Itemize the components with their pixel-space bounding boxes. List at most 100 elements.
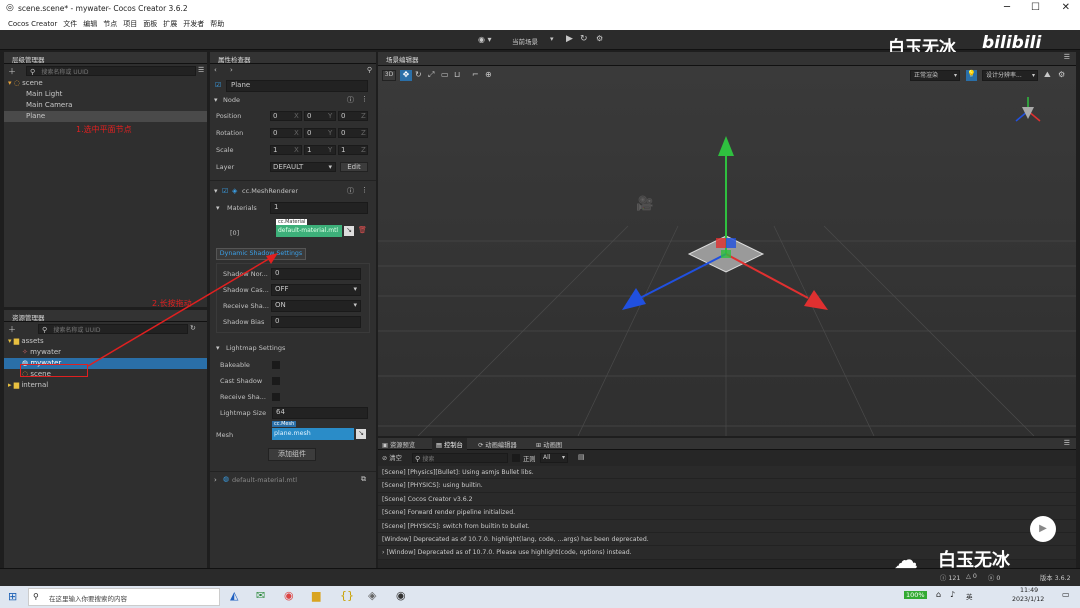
taskbar-search-input[interactable]: ⚲ 在这里输入你要搜索的内容: [28, 588, 220, 606]
material-asset-field[interactable]: default-material.mtl: [276, 225, 342, 237]
bakeable-checkbox[interactable]: [272, 361, 280, 369]
add-asset-icon[interactable]: ＋: [8, 324, 16, 335]
pin-icon[interactable]: ⚲: [367, 66, 372, 74]
forward-icon[interactable]: ›: [230, 66, 233, 74]
asset-folder-assets[interactable]: ▾ ▆ assets: [4, 336, 207, 347]
collapse-icon[interactable]: ▾: [214, 187, 218, 195]
regex-checkbox[interactable]: [512, 454, 520, 462]
menu-item-file[interactable]: 文件: [63, 20, 77, 28]
copy-icon[interactable]: ⧉: [361, 475, 366, 484]
speaker-icon[interactable]: ♪: [950, 590, 955, 599]
tab-animation-editor[interactable]: ⟳ 动画编辑器: [478, 440, 517, 449]
tab-asset-preview[interactable]: ▣ 资源预览: [382, 440, 415, 449]
trash-icon[interactable]: 🗑: [358, 226, 367, 234]
refresh-icon[interactable]: ↻: [580, 34, 588, 44]
mesh-asset-field[interactable]: plane.mesh: [272, 428, 354, 440]
help-icon[interactable]: ⓘ: [347, 95, 354, 105]
materials-count-input[interactable]: 1: [270, 202, 368, 214]
minimize-button[interactable]: ─: [1004, 2, 1010, 13]
assets-search-input[interactable]: ⚲ 搜索名称或 UUID: [38, 324, 188, 334]
collapse-logs-icon[interactable]: ▤: [578, 453, 585, 461]
gizmo-settings-icon[interactable]: ⚙: [1058, 70, 1065, 79]
maximize-button[interactable]: ☐: [1031, 2, 1040, 13]
tree-node-main-camera[interactable]: Main Camera: [4, 100, 207, 111]
app-icon[interactable]: ◈: [368, 589, 376, 602]
cocos-creator-icon[interactable]: ◉: [396, 589, 406, 602]
camera-settings-icon[interactable]: ⛰: [1044, 70, 1051, 80]
more-icon[interactable]: ⋮: [361, 186, 368, 194]
menu-item-panel[interactable]: 面板: [143, 20, 157, 28]
shadow-cast-select[interactable]: OFF ▾: [271, 284, 361, 296]
node-name-input[interactable]: Plane: [226, 80, 368, 92]
rect-tool-icon[interactable]: ▭: [441, 70, 449, 79]
toggle-3d-button[interactable]: 3D: [382, 70, 396, 81]
shadow-normal-input[interactable]: 0: [271, 268, 361, 280]
list-icon[interactable]: ☰: [198, 66, 204, 74]
shadow-bias-input[interactable]: 0: [271, 316, 361, 328]
pivot-icon[interactable]: ⌐: [472, 70, 479, 79]
ime-indicator[interactable]: 英: [966, 591, 973, 601]
expand-icon[interactable]: ›: [214, 476, 217, 484]
menu-item-project[interactable]: 项目: [123, 20, 137, 28]
receive-shadow-select[interactable]: ON ▾: [271, 300, 361, 312]
start-icon[interactable]: ⊞: [8, 590, 17, 603]
tree-node-plane[interactable]: Plane: [4, 111, 207, 122]
receive-shadow-lm-checkbox[interactable]: [272, 393, 280, 401]
resolution-select[interactable]: 设计分辨率... ▾: [982, 70, 1038, 81]
menu-item-cocos[interactable]: Cocos Creator: [8, 20, 57, 28]
notification-icon[interactable]: ▭: [1062, 590, 1070, 599]
locate-asset-icon[interactable]: ↘: [356, 429, 366, 439]
cast-shadow-checkbox[interactable]: [272, 377, 280, 385]
file-explorer-icon[interactable]: ▆: [312, 589, 320, 602]
refresh-icon[interactable]: ↻: [190, 324, 196, 332]
transform-tool-icon[interactable]: ⊔: [454, 70, 460, 79]
battery-indicator[interactable]: 100%: [904, 591, 927, 599]
node-active-checkbox[interactable]: ☑: [215, 81, 221, 89]
hierarchy-search-input[interactable]: ⚲ 搜索名称或 UUID: [26, 66, 196, 76]
help-icon[interactable]: ⓘ: [347, 186, 354, 196]
cocos-dashboard-icon[interactable]: ◭: [230, 589, 238, 602]
log-level-select[interactable]: All ▾: [540, 453, 568, 463]
wechat-app-icon[interactable]: ✉: [256, 589, 265, 602]
scale-tool-icon[interactable]: ⤢: [428, 70, 434, 80]
menu-icon[interactable]: ☰: [1064, 53, 1070, 61]
menu-item-node[interactable]: 节点: [103, 20, 117, 28]
locate-asset-icon[interactable]: ↘: [344, 226, 354, 236]
asset-item-mywater-effect[interactable]: ✧ mywater: [4, 347, 207, 358]
collapse-icon[interactable]: ▾: [216, 344, 220, 352]
scene-viewport[interactable]: 🎥 3D ✥ ↻ ⤢ ▭ ⊔ ⌐ ⊕ 正常渲染 ▾ 💡 设计分辨率... ▾ ⛰ ⚙: [378, 66, 1076, 436]
world-space-icon[interactable]: ⊕: [485, 70, 492, 79]
asset-folder-internal[interactable]: ▸ ▆ internal: [4, 380, 207, 391]
tab-animation-graph[interactable]: ⊞ 动画图: [536, 440, 562, 449]
layer-select[interactable]: DEFAULT ▾: [270, 162, 336, 172]
collapse-icon[interactable]: ▾: [216, 204, 220, 212]
js-editor-icon[interactable]: {}: [340, 589, 354, 602]
console-search-input[interactable]: ⚲ 搜索: [412, 453, 508, 463]
add-node-icon[interactable]: ＋: [8, 66, 16, 77]
play-icon[interactable]: ▶: [566, 34, 573, 44]
menu-item-extension[interactable]: 扩展: [163, 20, 177, 28]
tab-dynamic-shadow-settings[interactable]: Dynamic Shadow Settings: [216, 248, 306, 260]
back-icon[interactable]: ‹: [214, 66, 217, 74]
component-enabled-checkbox[interactable]: ☑: [222, 187, 228, 195]
add-component-button[interactable]: 添加组件: [268, 448, 316, 461]
menu-icon[interactable]: ☰: [1064, 439, 1070, 447]
lightbulb-icon[interactable]: 💡: [966, 70, 977, 81]
close-button[interactable]: ✕: [1062, 2, 1070, 13]
render-mode-select[interactable]: 正常渲染 ▾: [910, 70, 960, 81]
gear-icon[interactable]: ⚙: [596, 34, 603, 43]
lightmap-size-input[interactable]: 64: [272, 407, 368, 419]
camera-icon[interactable]: 🎥: [636, 196, 653, 212]
tab-console[interactable]: ▤ 控制台: [432, 438, 467, 450]
network-icon[interactable]: ⌂: [936, 590, 941, 599]
menu-item-developer[interactable]: 开发者: [183, 20, 204, 28]
move-tool-icon[interactable]: ✥: [400, 70, 412, 81]
tree-node-scene[interactable]: ▾ ◌ scene: [4, 78, 207, 89]
chrome-icon[interactable]: ◉: [284, 589, 294, 602]
more-icon[interactable]: ⋮: [361, 95, 368, 103]
clock-date[interactable]: 2023/1/12: [1012, 596, 1044, 603]
edit-layer-button[interactable]: Edit: [340, 162, 368, 172]
clock-time[interactable]: 11:49: [1020, 587, 1038, 594]
menu-item-help[interactable]: 帮助: [210, 20, 224, 28]
menu-item-edit[interactable]: 编辑: [83, 20, 97, 28]
